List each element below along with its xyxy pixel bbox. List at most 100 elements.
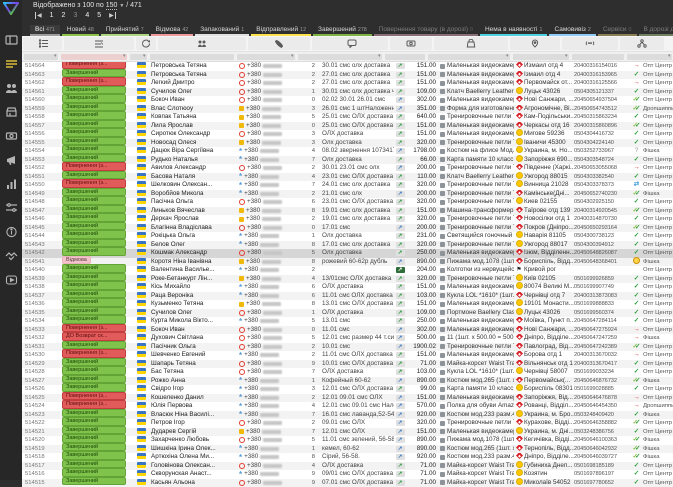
tab-Прийнятий[interactable]: Прийнятий7	[101, 25, 149, 36]
settings-sliders-icon[interactable]	[4, 202, 18, 215]
tab-Самовивіз[interactable]: Самовивіз2	[549, 25, 595, 36]
records-range[interactable]: Відображено з 100 по 150 ▼ / 471	[33, 2, 673, 9]
ttn-number[interactable]: 0504300394912	[574, 241, 630, 250]
tab-Новий[interactable]: Новий48	[62, 25, 99, 36]
ttn-number[interactable]: 20400316153965	[574, 71, 630, 80]
tab-Нема в наявності[interactable]: Нема в наявності1	[480, 25, 547, 36]
repeat-filter[interactable]: ▾	[130, 54, 147, 60]
statistics-icon[interactable]	[4, 178, 18, 191]
ttn-number[interactable]: 0504303382540	[574, 173, 630, 182]
payment-filter[interactable]	[385, 54, 425, 60]
partners-icon[interactable]	[4, 250, 18, 263]
page-button-1[interactable]: 1	[50, 12, 54, 19]
ttn-number[interactable]: 0503248409420	[574, 411, 630, 420]
ttn-number[interactable]: 0503252733967	[574, 147, 630, 156]
ttn-number[interactable]: 20450315863234	[574, 113, 630, 122]
info-icon[interactable]	[4, 226, 18, 239]
address-filter[interactable]: ▾	[513, 54, 569, 60]
ttn-number[interactable]: 0503248386756	[574, 428, 630, 437]
ttn-number[interactable]: 0504303548724	[574, 156, 630, 165]
video-tutorials-icon[interactable]	[4, 274, 18, 287]
ttn-number[interactable]: 0501698185189	[574, 462, 630, 471]
megaphone-icon[interactable]	[4, 154, 18, 167]
ttn-number[interactable]: 0504300738123	[574, 232, 630, 241]
ttn-number[interactable]: 20400313670032	[574, 351, 630, 360]
page-size-dropdown[interactable]: 150	[106, 2, 118, 10]
ttn-number[interactable]: 20400315860896	[574, 122, 630, 131]
orders-list-icon[interactable]	[4, 58, 18, 71]
ttn-number[interactable]: 20400313670417	[574, 360, 630, 369]
ttn-number[interactable]: 0504302925150	[574, 198, 630, 207]
repeat-client-column-header[interactable]	[136, 37, 156, 50]
page-button-5[interactable]: 5	[97, 12, 101, 19]
ttn-filter[interactable]	[572, 54, 624, 60]
status-column-header[interactable]	[64, 37, 134, 50]
product-column-header[interactable]	[434, 37, 508, 50]
ttn-number[interactable]: 20450653055068	[574, 164, 630, 173]
ttn-number[interactable]: 20400313873083	[574, 292, 630, 301]
tab-Повернення товару (в дорозі)[interactable]: Повернення товару (в дорозі)0	[374, 25, 478, 36]
ttn-number[interactable]: 20450646100363	[574, 436, 630, 445]
phone-column-header[interactable]	[248, 37, 310, 50]
ttn-number[interactable]: 0501699926859	[574, 275, 630, 284]
ttn-number[interactable]: 0501699560374	[574, 309, 630, 318]
ttn-number[interactable]: 20450646454350	[574, 402, 630, 411]
ttn-number[interactable]: 20400316125566	[574, 79, 630, 88]
tab-Запакований[interactable]: Запакований1	[195, 25, 249, 36]
ttn-number[interactable]: 20450654937504	[574, 96, 630, 105]
client-column-header[interactable]	[158, 37, 246, 50]
ttn-number[interactable]: 20450646358882	[574, 419, 630, 428]
app-logo-icon[interactable]	[3, 2, 19, 20]
ttn-number[interactable]: 20450646476878	[574, 394, 630, 403]
tab-Завершений[interactable]: Завершений278	[313, 25, 372, 36]
ttn-column-header[interactable]	[562, 37, 618, 50]
ttn-number[interactable]: 20400316154016	[574, 62, 630, 71]
ttn-number[interactable]: 20450647247259	[574, 334, 630, 343]
comment-column-header[interactable]	[312, 37, 388, 50]
payment-column-header[interactable]	[390, 37, 432, 50]
ttn-number[interactable]: 20450646039727	[574, 453, 630, 462]
ttn-number[interactable]: 0504304224140	[574, 139, 630, 148]
ttn-number[interactable]: 0501699028885	[574, 385, 630, 394]
ttn-number[interactable]: 20450648368401	[574, 258, 630, 267]
ttn-number[interactable]: 20450648826087	[574, 249, 630, 258]
ttn-number[interactable]: 20450652740230	[574, 190, 630, 199]
tab-Сервіси[interactable]: Сервіси0	[598, 25, 637, 36]
ttn-number[interactable]: 20450650293164	[574, 224, 630, 233]
ttn-number[interactable]: 20450646876732	[574, 377, 630, 386]
channel-column-header[interactable]	[620, 37, 664, 50]
ttn-number[interactable]: 0501699888833	[574, 300, 630, 309]
ttn-number[interactable]: 0504304416732	[574, 130, 630, 139]
page-button-3[interactable]: 3	[73, 12, 77, 19]
store-icon[interactable]	[4, 106, 18, 119]
address-column-header[interactable]	[510, 37, 560, 50]
comment-filter[interactable]: ▾	[298, 54, 382, 60]
phone-filter[interactable]: ▾	[237, 54, 295, 60]
finance-icon[interactable]	[4, 130, 18, 143]
tab-Всі[interactable]: Всі471	[30, 25, 60, 36]
first-page-button[interactable]: ◀	[35, 12, 42, 19]
ttn-number[interactable]: 0501699907749	[574, 283, 630, 292]
ttn-number[interactable]: 20450654743512	[574, 105, 630, 114]
ttn-number[interactable]: 20400314870730	[574, 215, 630, 224]
ttn-number[interactable]: 0504303378373	[574, 181, 630, 190]
tab-Відмова[interactable]: Відмова42	[151, 25, 194, 36]
channel-filter[interactable]: ▾	[627, 54, 672, 60]
status-filter[interactable]: ▾	[61, 54, 127, 60]
board-icon[interactable]	[4, 34, 18, 47]
ttn-number[interactable]: 0501697896197	[574, 470, 630, 479]
id-column-header[interactable]	[23, 37, 62, 50]
id-filter[interactable]: ▾	[24, 54, 58, 60]
ttn-number[interactable]: 20450646042932	[574, 445, 630, 454]
ttn-number[interactable]: 20400314920545	[574, 207, 630, 216]
ttn-number[interactable]: 20450647275924	[574, 326, 630, 335]
ttn-number[interactable]: 20450647284114	[574, 317, 630, 326]
last-page-button[interactable]: ▶	[109, 12, 116, 19]
product-filter[interactable]: ▾	[428, 54, 510, 60]
clients-icon[interactable]	[4, 82, 18, 95]
page-button-4[interactable]: 4	[85, 12, 89, 19]
page-button-2[interactable]: 2	[62, 12, 66, 19]
tab-Відправлений[interactable]: Відправлений12	[251, 25, 311, 36]
client-filter[interactable]	[150, 54, 234, 60]
ttn-number[interactable]: 20450647242389	[574, 343, 630, 352]
